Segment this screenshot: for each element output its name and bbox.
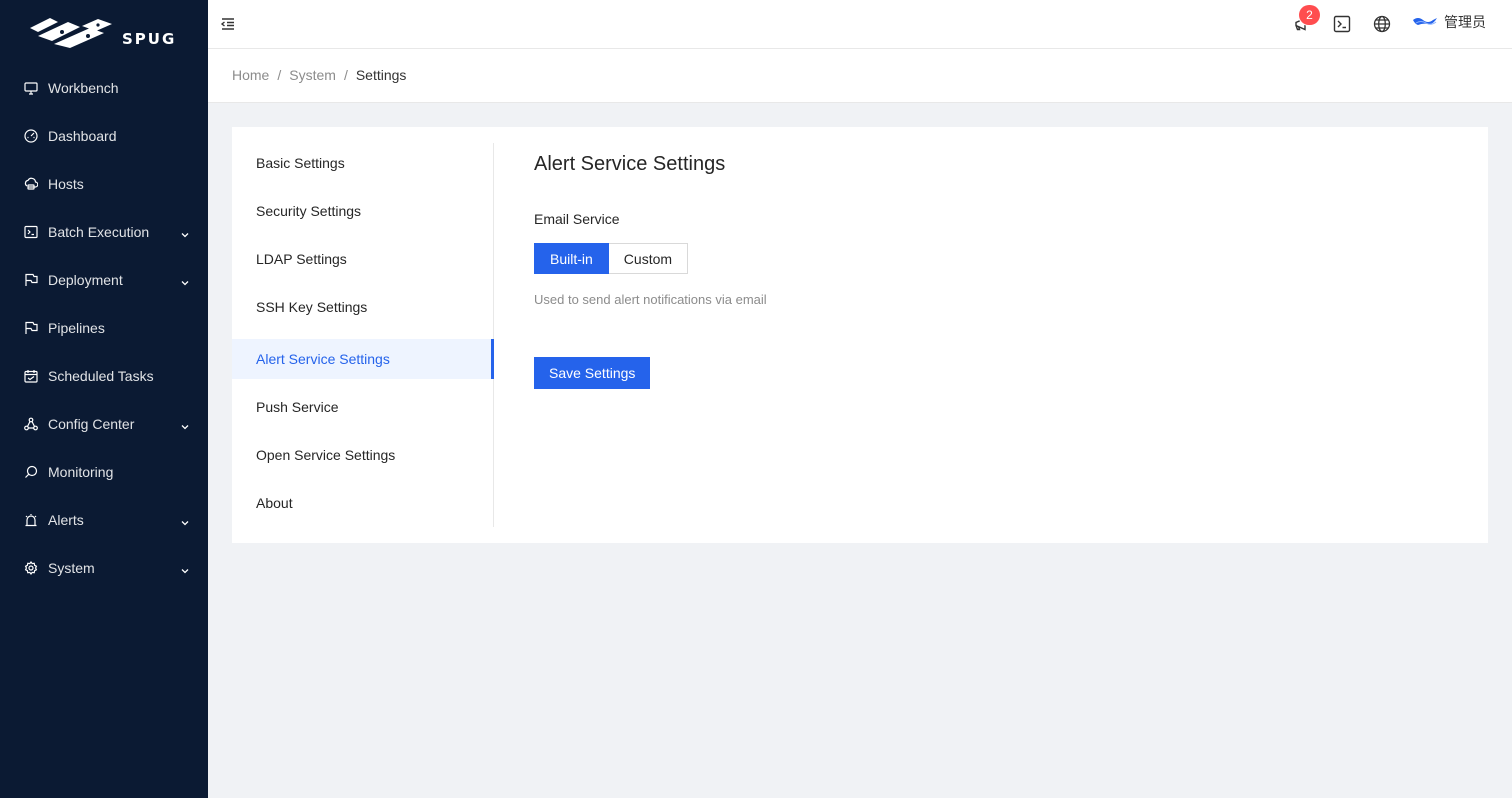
menu-item-basic-settings[interactable]: Basic Settings [232,143,494,183]
avatar [1413,18,1437,25]
email-service-label: Email Service [534,211,620,227]
desktop-icon [24,81,38,95]
breadcrumb-home[interactable]: Home [232,67,269,83]
menu-item-ldap-settings[interactable]: LDAP Settings [232,239,494,279]
sidebar-item-label: Pipelines [48,320,105,336]
breadcrumb-bar: Home / System / Settings [208,49,1512,103]
sidebar-item-label: Config Center [48,416,135,432]
breadcrumb-separator: / [343,67,348,83]
sidebar-item-label: Alerts [48,512,84,528]
custom-option[interactable]: Custom [608,243,689,274]
setting-icon [24,561,38,575]
breadcrumb-settings: Settings [355,67,407,83]
spug-logo-mark [30,18,112,48]
notification-badge: 2 [1299,5,1320,25]
menu-item-security-settings[interactable]: Security Settings [232,191,494,231]
sidebar-item-label: Scheduled Tasks [48,368,154,384]
sidebar-item-alerts[interactable]: Alerts [0,500,208,540]
deployment-unit-icon [24,417,38,431]
terminal-icon [24,225,38,239]
menu-fold-icon[interactable] [220,16,236,32]
chevron-down-icon [180,275,190,286]
breadcrumb: Home / System / Settings [232,67,406,83]
sidebar-item-label: Workbench [48,80,119,96]
sidebar-item-config-center[interactable]: Config Center [0,404,208,444]
sidebar-item-label: Dashboard [48,128,117,144]
global-language-icon[interactable] [1373,15,1391,33]
logo-text: SPUG [122,30,177,48]
sidebar-item-label: Batch Execution [48,224,150,240]
sidebar-item-label: Monitoring [48,464,114,480]
chevron-down-icon [180,563,190,574]
top-header: 2 管理员 [208,0,1512,49]
email-service-radio-group: Built-in Custom [534,243,689,274]
console-icon[interactable] [1333,15,1351,33]
chevron-down-icon [180,419,190,430]
user-menu[interactable]: 管理员 [1412,12,1486,32]
chevron-down-icon [180,515,190,526]
flag-icon [24,321,38,335]
sidebar-item-label: Deployment [48,272,123,288]
sidebar-item-pipelines[interactable]: Pipelines [0,308,208,348]
panel-title: Alert Service Settings [534,153,726,175]
settings-card: Basic Settings Security Settings LDAP Se… [232,127,1488,543]
cloud-server-icon [24,177,38,191]
sidebar-item-scheduled-tasks[interactable]: Scheduled Tasks [0,356,208,396]
alert-icon [24,513,38,527]
monitor-search-icon [24,465,38,479]
sidebar-item-hosts[interactable]: Hosts [0,164,208,204]
sidebar: SPUG Workbench Dashboard Hosts Batch Exe… [0,0,208,798]
email-service-help: Used to send alert notifications via ema… [534,292,767,307]
user-name: 管理员 [1444,15,1486,31]
breadcrumb-system[interactable]: System [289,67,336,83]
dashboard-icon [24,129,38,143]
menu-item-ssh-key-settings[interactable]: SSH Key Settings [232,287,494,327]
schedule-icon [24,369,38,383]
chevron-down-icon [180,227,190,238]
breadcrumb-separator: / [277,67,282,83]
built-in-option[interactable]: Built-in [534,243,609,274]
sidebar-item-deployment[interactable]: Deployment [0,260,208,300]
sidebar-item-workbench[interactable]: Workbench [0,68,208,108]
sidebar-item-dashboard[interactable]: Dashboard [0,116,208,156]
menu-item-open-service-settings[interactable]: Open Service Settings [232,435,494,475]
menu-item-alert-service-settings[interactable]: Alert Service Settings [232,339,494,379]
sidebar-item-label: Hosts [48,176,84,192]
menu-item-push-service[interactable]: Push Service [232,387,494,427]
flag-icon [24,273,38,287]
sidebar-item-label: System [48,560,95,576]
sidebar-item-batch-execution[interactable]: Batch Execution [0,212,208,252]
sidebar-item-system[interactable]: System [0,548,208,588]
settings-menu: Basic Settings Security Settings LDAP Se… [232,143,494,527]
sidebar-item-monitoring[interactable]: Monitoring [0,452,208,492]
menu-item-about[interactable]: About [232,483,494,523]
save-settings-button[interactable]: Save Settings [534,357,651,389]
